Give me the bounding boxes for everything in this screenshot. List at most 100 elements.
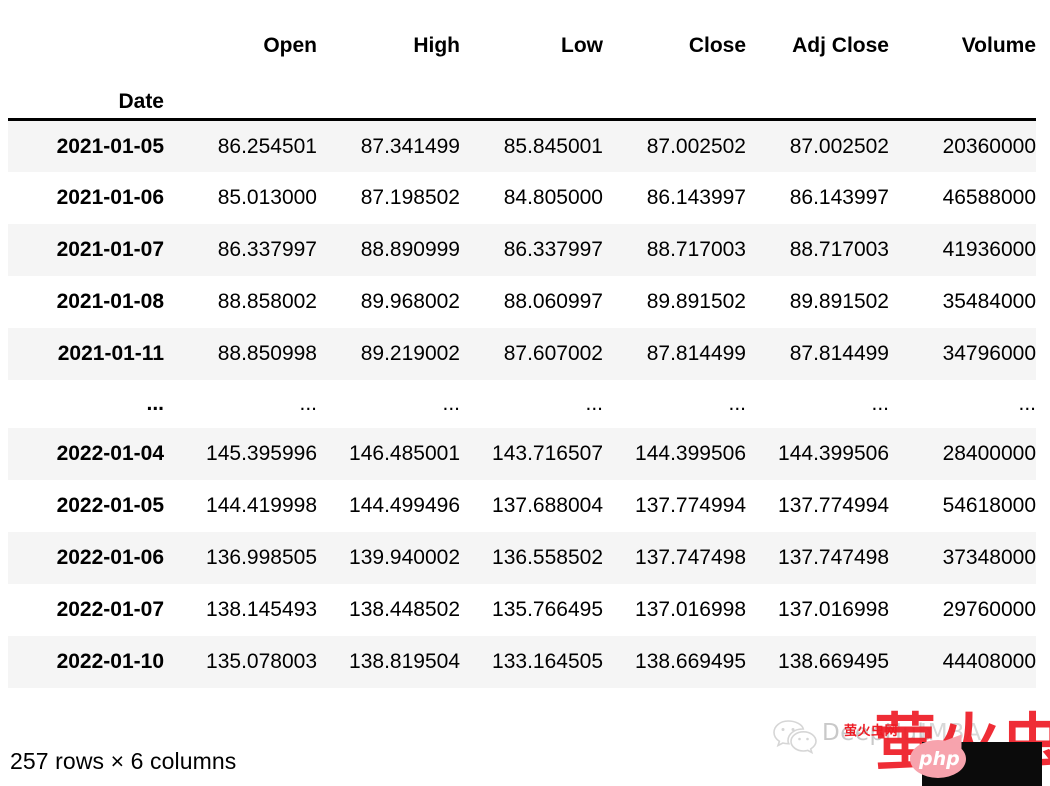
column-header-open[interactable]: Open xyxy=(174,12,317,62)
watermark-chinese-text: 萤火虫 xyxy=(874,706,1050,779)
dataframe-shape-label: 257 rows × 6 columns xyxy=(10,748,237,774)
cell-high: 138.819504 xyxy=(349,649,460,673)
cell-high: 89.968002 xyxy=(360,289,460,313)
cell-ellipsis-open: ... xyxy=(299,391,317,415)
cell-volume: 46588000 xyxy=(942,185,1036,209)
cell-high: 144.499496 xyxy=(349,493,460,517)
cell-high: 146.485001 xyxy=(349,441,460,465)
watermark-brand-text: DeepHub xyxy=(822,720,933,746)
cell-low: 137.688004 xyxy=(492,493,603,517)
cell-ellipsis-low: ... xyxy=(585,391,603,415)
column-header-close[interactable]: Close xyxy=(603,12,746,62)
cell-close: 89.891502 xyxy=(646,289,746,313)
cell-low: 88.060997 xyxy=(503,289,603,313)
row-index-label: 2021-01-06 xyxy=(56,185,164,209)
header-spacer-4 xyxy=(603,62,746,120)
wechat-icon xyxy=(772,718,818,755)
watermark-brand-suffix: IMBA xyxy=(920,720,983,746)
cell-open: 86.254501 xyxy=(217,134,317,158)
cell-low: 87.607002 xyxy=(503,341,603,365)
cell-high: 87.341499 xyxy=(360,134,460,158)
header-row-columns: Open High Low Close Adj Close Volume xyxy=(8,12,1036,62)
cell-adj-close: 89.891502 xyxy=(789,289,889,313)
cell-open: 88.858002 xyxy=(217,289,317,313)
cell-close: 87.002502 xyxy=(646,134,746,158)
php-badge-drop xyxy=(910,740,966,778)
cell-volume: 41936000 xyxy=(942,237,1036,261)
cell-low: 84.805000 xyxy=(503,185,603,209)
index-name-date: Date xyxy=(118,89,164,113)
cell-open: 144.419998 xyxy=(206,493,317,517)
table-row: 2021-01-05 86.254501 87.341499 85.845001… xyxy=(8,119,1036,172)
cell-low: 135.766495 xyxy=(492,597,603,621)
cell-adj-close: 87.814499 xyxy=(789,341,889,365)
cell-volume: 29760000 xyxy=(942,597,1036,621)
cell-close: 138.669495 xyxy=(635,649,746,673)
watermark-dark-box xyxy=(922,742,1042,786)
table-row: 2021-01-11 88.850998 89.219002 87.607002… xyxy=(8,327,1036,380)
cell-volume: 37348000 xyxy=(942,545,1036,569)
table-row: 2022-01-04 145.395996 146.485001 143.716… xyxy=(8,427,1036,480)
cell-close: 88.717003 xyxy=(646,237,746,261)
row-index-label: 2022-01-04 xyxy=(56,441,164,465)
cell-open: 85.013000 xyxy=(217,185,317,209)
cell-volume: 54618000 xyxy=(942,493,1036,517)
cell-open: 138.145493 xyxy=(206,597,317,621)
table-row: 2021-01-07 86.337997 88.890999 86.337997… xyxy=(8,223,1036,276)
header-spacer-6 xyxy=(889,62,1036,120)
cell-open: 135.078003 xyxy=(206,649,317,673)
row-index-label: 2022-01-10 xyxy=(56,649,164,673)
row-index-label: 2021-01-08 xyxy=(56,289,164,313)
row-index-ellipsis: ... xyxy=(146,391,164,415)
table-row: 2022-01-10 135.078003 138.819504 133.164… xyxy=(8,635,1036,688)
watermark-box-text: 萤火虫网 xyxy=(844,724,899,739)
row-index-label: 2021-01-07 xyxy=(56,237,164,261)
cell-close: 137.774994 xyxy=(635,493,746,517)
cell-adj-close: 138.669495 xyxy=(778,649,889,673)
cell-adj-close: 137.747498 xyxy=(778,545,889,569)
cell-open: 86.337997 xyxy=(217,237,317,261)
header-corner-blank xyxy=(8,12,174,62)
cell-volume: 35484000 xyxy=(942,289,1036,313)
cell-high: 88.890999 xyxy=(360,237,460,261)
cell-high: 139.940002 xyxy=(349,545,460,569)
dataframe-output: Open High Low Close Adj Close Volume Dat… xyxy=(0,0,1050,786)
cell-open: 88.850998 xyxy=(217,341,317,365)
cell-close: 137.747498 xyxy=(635,545,746,569)
header-spacer-5 xyxy=(746,62,889,120)
cell-adj-close: 87.002502 xyxy=(789,134,889,158)
row-index-label: 2021-01-05 xyxy=(56,134,164,158)
cell-close: 86.143997 xyxy=(646,185,746,209)
cell-adj-close: 88.717003 xyxy=(789,237,889,261)
table-row: 2022-01-07 138.145493 138.448502 135.766… xyxy=(8,584,1036,636)
cell-low: 86.337997 xyxy=(503,237,603,261)
column-header-volume[interactable]: Volume xyxy=(889,12,1036,62)
cell-volume: 20360000 xyxy=(942,134,1036,158)
cell-volume: 44408000 xyxy=(942,649,1036,673)
cell-high: 138.448502 xyxy=(349,597,460,621)
header-row-index-name: Date xyxy=(8,62,1036,120)
column-header-low[interactable]: Low xyxy=(460,12,603,62)
column-header-adj-close[interactable]: Adj Close xyxy=(746,12,889,62)
cell-low: 136.558502 xyxy=(492,545,603,569)
cell-close: 137.016998 xyxy=(635,597,746,621)
cell-close: 87.814499 xyxy=(646,341,746,365)
watermark: DeepHub IMBA 萤火虫 萤火虫网 php xyxy=(770,706,1050,786)
table-head: Open High Low Close Adj Close Volume Dat… xyxy=(8,12,1036,120)
cell-volume: 34796000 xyxy=(942,341,1036,365)
php-badge-tail xyxy=(943,728,971,754)
cell-adj-close: 137.016998 xyxy=(778,597,889,621)
table-row: 2021-01-06 85.013000 87.198502 84.805000… xyxy=(8,172,1036,224)
table-body: 2021-01-05 86.254501 87.341499 85.845001… xyxy=(8,119,1036,688)
cell-close: 144.399506 xyxy=(635,441,746,465)
cell-low: 133.164505 xyxy=(492,649,603,673)
row-index-label: 2021-01-11 xyxy=(57,341,164,365)
cell-ellipsis-high: ... xyxy=(442,391,460,415)
column-header-high[interactable]: High xyxy=(317,12,460,62)
table-row: 2021-01-08 88.858002 89.968002 88.060997… xyxy=(8,276,1036,328)
table-row: 2022-01-06 136.998505 139.940002 136.558… xyxy=(8,531,1036,584)
header-spacer-3 xyxy=(460,62,603,120)
cell-adj-close: 86.143997 xyxy=(789,185,889,209)
row-index-label: 2022-01-07 xyxy=(56,597,164,621)
row-index-label: 2022-01-06 xyxy=(56,545,164,569)
